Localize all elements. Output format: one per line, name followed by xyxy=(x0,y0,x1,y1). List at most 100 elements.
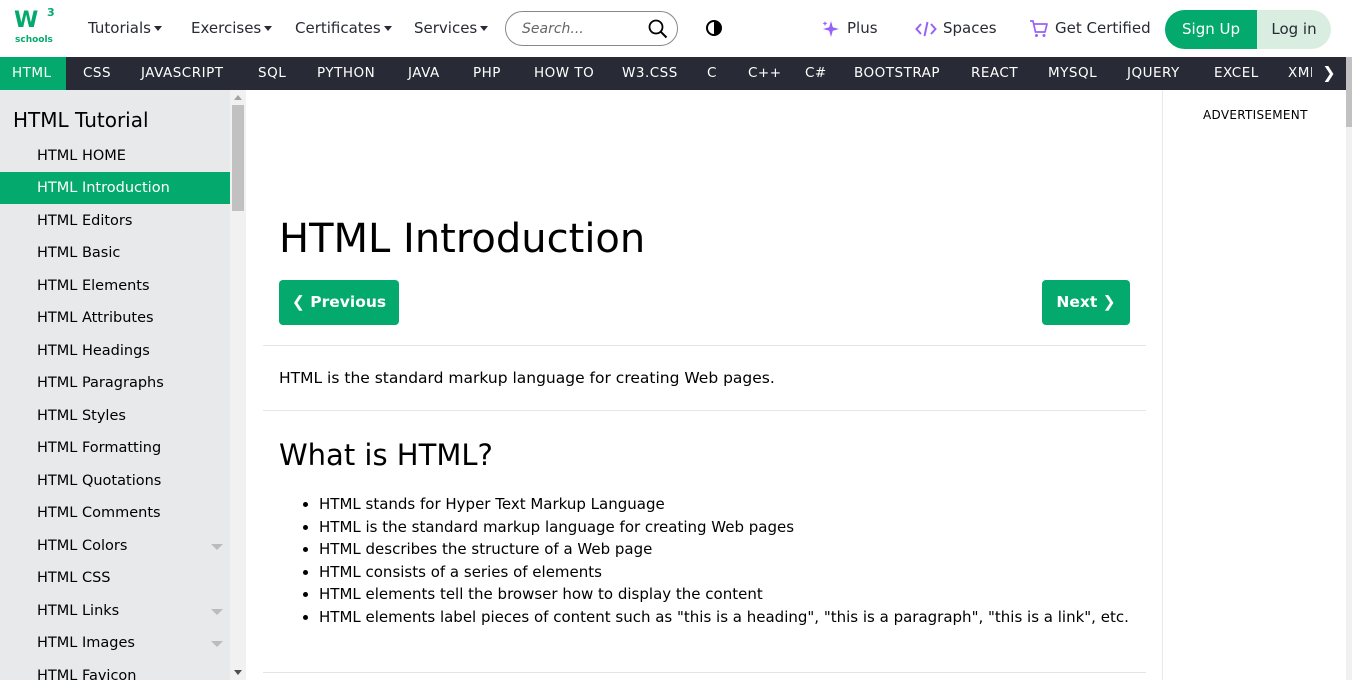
code-icon xyxy=(915,21,937,37)
intro-text: HTML is the standard markup language for… xyxy=(279,369,775,387)
list-item: HTML describes the structure of a Web pa… xyxy=(319,538,1139,561)
certificates-menu-label: Certificates xyxy=(295,19,381,37)
list-item: HTML elements label pieces of content su… xyxy=(319,606,1139,629)
lang-nav-w3css[interactable]: W3.CSS xyxy=(622,57,678,90)
plus-link[interactable]: Plus xyxy=(821,19,878,37)
lang-nav-mysql[interactable]: MYSQL xyxy=(1048,57,1097,90)
get-certified-link-label: Get Certified xyxy=(1055,19,1151,37)
lang-nav-react[interactable]: REACT xyxy=(971,57,1018,90)
chevron-left-icon: ❮ xyxy=(291,293,305,311)
sidebar-title: HTML Tutorial xyxy=(13,108,149,132)
scroll-down-arrow-icon[interactable] xyxy=(234,670,242,675)
advertisement-label: ADVERTISEMENT xyxy=(1203,108,1308,122)
sidebar-item-html-introduction[interactable]: HTML Introduction xyxy=(0,172,230,204)
tutorials-menu-label: Tutorials xyxy=(88,19,151,37)
sidebar-scrollbar-thumb[interactable] xyxy=(232,105,244,211)
advertisement-column: ADVERTISEMENT xyxy=(1162,90,1346,680)
lang-nav-jquery[interactable]: JQUERY xyxy=(1127,57,1180,90)
search-input[interactable] xyxy=(522,19,642,39)
sidebar-item-html-colors[interactable]: HTML Colors xyxy=(0,530,230,562)
spaces-link[interactable]: Spaces xyxy=(915,19,997,37)
plus-link-label: Plus xyxy=(847,19,878,37)
lang-nav-java[interactable]: JAVA xyxy=(408,57,440,90)
tutorials-menu[interactable]: Tutorials xyxy=(88,19,162,37)
spaces-link-label: Spaces xyxy=(943,19,997,37)
lang-nav-sql[interactable]: SQL xyxy=(258,57,286,90)
section-heading: What is HTML? xyxy=(279,438,493,472)
contrast-toggle-icon[interactable] xyxy=(705,19,723,37)
search-icon[interactable] xyxy=(648,19,668,39)
lang-nav-html[interactable]: HTML xyxy=(0,57,66,90)
w3schools-logo[interactable]: W 3 schools xyxy=(14,6,58,48)
sidebar-item-html-styles[interactable]: HTML Styles xyxy=(0,400,230,432)
top-bar: W 3 schools Tutorials Exercises Certific… xyxy=(0,0,1352,57)
lang-nav-excel[interactable]: EXCEL xyxy=(1214,57,1259,90)
sidebar-item-html-elements[interactable]: HTML Elements xyxy=(0,270,230,302)
search-box xyxy=(505,11,678,46)
sidebar-item-html-paragraphs[interactable]: HTML Paragraphs xyxy=(0,367,230,399)
page-title: HTML Introduction xyxy=(279,216,646,262)
sidebar-item-html-formatting[interactable]: HTML Formatting xyxy=(0,432,230,464)
list-item: HTML consists of a series of elements xyxy=(319,561,1139,584)
next-button[interactable]: Next ❯ xyxy=(1042,280,1130,325)
sidebar-item-html-links[interactable]: HTML Links xyxy=(0,595,230,627)
expand-arrow-icon[interactable] xyxy=(211,641,223,647)
lang-nav-php[interactable]: PHP xyxy=(473,57,501,90)
scroll-up-arrow-icon[interactable] xyxy=(234,95,242,100)
get-certified-link[interactable]: Get Certified xyxy=(1029,19,1151,37)
sidebar-scrollbar[interactable] xyxy=(230,90,246,680)
divider xyxy=(263,345,1146,346)
logo-sup: 3 xyxy=(47,6,55,19)
lang-nav-bootstrap[interactable]: BOOTSTRAP xyxy=(854,57,940,90)
divider xyxy=(263,672,1146,673)
logo-sub: schools xyxy=(15,35,53,45)
expand-arrow-icon[interactable] xyxy=(211,544,223,550)
caret-down-icon xyxy=(383,26,392,31)
expand-arrow-icon[interactable] xyxy=(211,609,223,615)
lang-nav-cpp[interactable]: C++ xyxy=(748,57,782,90)
lang-nav-javascript[interactable]: JAVASCRIPT xyxy=(141,57,223,90)
bullet-list: HTML stands for Hyper Text Markup Langua… xyxy=(279,493,1139,629)
sidebar-item-html-editors[interactable]: HTML Editors xyxy=(0,205,230,237)
lang-nav-csharp[interactable]: C# xyxy=(805,57,827,90)
next-button-label: Next xyxy=(1056,293,1098,311)
logo-main: W xyxy=(14,8,38,33)
sidebar-item-html-images[interactable]: HTML Images xyxy=(0,627,230,659)
sidebar-item-label: HTML Images xyxy=(37,635,135,651)
lang-nav-c[interactable]: C xyxy=(707,57,717,90)
main-content: HTML Introduction ❮ Previous Next ❯ HTML… xyxy=(247,90,1162,680)
lang-nav-css[interactable]: CSS xyxy=(83,57,111,90)
sidebar-item-html-attributes[interactable]: HTML Attributes xyxy=(0,302,230,334)
page-scrollbar-thumb[interactable] xyxy=(1346,57,1352,127)
sidebar-item-html-basic[interactable]: HTML Basic xyxy=(0,237,230,269)
sidebar-item-html-css[interactable]: HTML CSS xyxy=(0,562,230,594)
caret-down-icon xyxy=(480,26,489,31)
previous-button[interactable]: ❮ Previous xyxy=(279,280,399,325)
caret-down-icon xyxy=(153,26,162,31)
list-item: HTML is the standard markup language for… xyxy=(319,516,1139,539)
lang-nav-how-to[interactable]: HOW TO xyxy=(534,57,594,90)
page-scrollbar[interactable] xyxy=(1346,57,1352,680)
previous-button-label: Previous xyxy=(310,293,387,311)
certificates-menu[interactable]: Certificates xyxy=(295,19,392,37)
exercises-menu[interactable]: Exercises xyxy=(191,19,273,37)
sidebar-item-html-quotations[interactable]: HTML Quotations xyxy=(0,465,230,497)
sidebar-item-html-comments[interactable]: HTML Comments xyxy=(0,497,230,529)
sidebar-item-label: HTML Colors xyxy=(37,538,128,554)
caret-down-icon xyxy=(264,26,273,31)
nav-scroll-right-icon[interactable]: ❯ xyxy=(1312,57,1346,90)
sidebar-item-html-home[interactable]: HTML HOME xyxy=(0,140,230,172)
chevron-right-icon: ❯ xyxy=(1102,293,1116,311)
sign-up-button[interactable]: Sign Up xyxy=(1165,10,1257,49)
cart-icon xyxy=(1030,20,1048,37)
services-menu[interactable]: Services xyxy=(414,19,489,37)
divider xyxy=(263,410,1146,411)
sidebar-item-html-favicon[interactable]: HTML Favicon xyxy=(0,660,230,680)
sidebar-item-html-headings[interactable]: HTML Headings xyxy=(0,335,230,367)
language-nav-bar: HTML CSS JAVASCRIPT SQL PYTHON JAVA PHP … xyxy=(0,57,1346,90)
sidebar: HTML Tutorial HTML HOME HTML Introductio… xyxy=(0,90,230,680)
log-in-button[interactable]: Log in xyxy=(1257,10,1331,49)
lang-nav-python[interactable]: PYTHON xyxy=(317,57,375,90)
sidebar-item-label: HTML Links xyxy=(37,603,120,619)
services-menu-label: Services xyxy=(414,19,478,37)
